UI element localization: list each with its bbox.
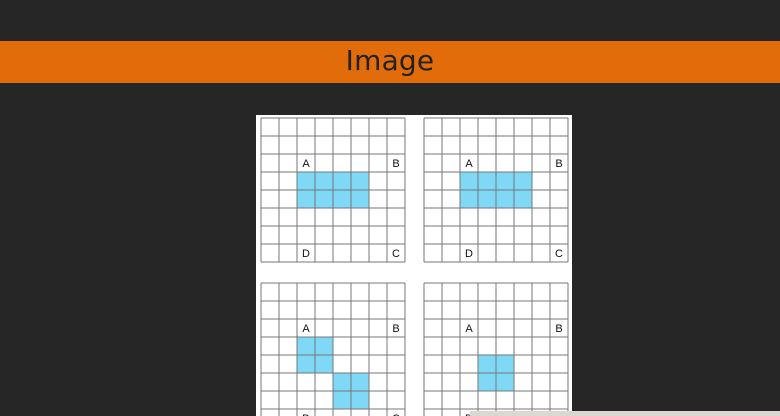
corner-label-c: C	[555, 248, 563, 260]
shaded-cell	[333, 172, 351, 190]
shaded-cell	[315, 337, 333, 355]
shaded-cell	[514, 172, 532, 190]
shaded-cell	[351, 172, 369, 190]
grid-bottom-left: ABCD	[260, 282, 406, 416]
corner-label-a: A	[465, 158, 473, 170]
shaded-cell	[496, 373, 514, 391]
shaded-cell	[315, 190, 333, 208]
bottom-strip	[470, 411, 780, 416]
shaded-cell	[496, 172, 514, 190]
corner-label-a: A	[302, 323, 310, 335]
shaded-cell	[460, 190, 478, 208]
page-title: Image	[345, 44, 435, 77]
shaded-cell	[460, 172, 478, 190]
shaded-cell	[496, 190, 514, 208]
shaded-cell	[496, 355, 514, 373]
grid-figure: ABCDABCDABCDABCD	[260, 117, 569, 416]
shaded-cell	[351, 391, 369, 409]
corner-label-d: D	[465, 248, 473, 260]
shaded-cell	[297, 355, 315, 373]
shaded-cell	[297, 172, 315, 190]
corner-label-b: B	[555, 158, 562, 170]
shaded-cell	[297, 337, 315, 355]
grid-top-right: A B C D	[423, 117, 569, 263]
shaded-cell	[514, 190, 532, 208]
corner-label-b: B	[392, 323, 399, 335]
corner-label-b: B	[392, 158, 399, 170]
shaded-cell	[333, 190, 351, 208]
title-bar: Image	[0, 41, 780, 83]
corner-label-b: B	[555, 323, 562, 335]
shaded-cell	[478, 172, 496, 190]
shaded-cell	[333, 373, 351, 391]
shaded-cell	[333, 391, 351, 409]
corner-label-a: A	[302, 158, 310, 170]
shaded-cell	[478, 190, 496, 208]
corner-label-d: D	[302, 248, 310, 260]
shaded-cell	[315, 355, 333, 373]
image-panel: ABCDABCDABCDABCD	[256, 115, 572, 416]
shaded-cell	[297, 190, 315, 208]
shaded-cell	[351, 373, 369, 391]
shaded-cell	[478, 355, 496, 373]
shaded-cell	[315, 172, 333, 190]
grid-bottom-right: ABCD	[423, 282, 569, 416]
corner-label-c: C	[392, 248, 400, 260]
shaded-cell	[351, 190, 369, 208]
corner-label-a: A	[465, 323, 473, 335]
shaded-cell	[478, 373, 496, 391]
grid-top-left: A B C D	[260, 117, 406, 263]
